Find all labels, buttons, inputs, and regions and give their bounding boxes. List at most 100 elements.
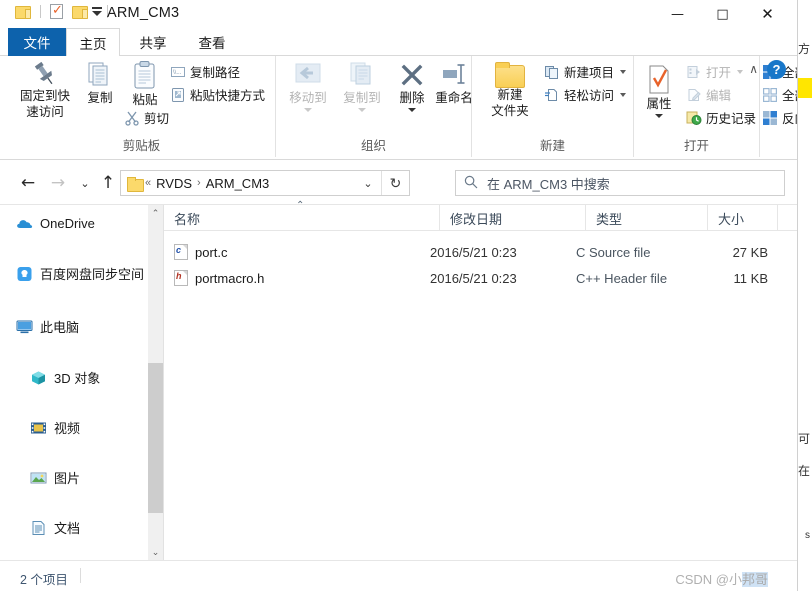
invert-selection-button[interactable]: 反向选择 <box>762 108 797 127</box>
ribbon-group-open: 属性 打开 编辑 历史记录 打开 <box>634 56 760 157</box>
copy-button[interactable]: 复制 <box>78 60 122 106</box>
paste-shortcut-icon <box>170 87 186 103</box>
open-button[interactable]: 打开 <box>686 62 744 81</box>
column-label: 名称 <box>174 211 201 227</box>
paste-shortcut-button[interactable]: 粘贴快捷方式 <box>170 85 265 104</box>
address-input[interactable]: « RVDS › ARM_CM3 ⌄ ↻ <box>120 170 410 196</box>
forward-button[interactable]: → <box>45 171 71 195</box>
tab-file[interactable]: 文件 <box>8 28 66 56</box>
refresh-icon[interactable]: ↻ <box>381 171 409 195</box>
rename-label: 重命名 <box>435 91 473 105</box>
onedrive-icon <box>16 216 33 232</box>
sidebar-item-3d-objects[interactable]: 3D 对象 <box>0 365 148 390</box>
column-header-name[interactable]: ⌃ 名称 <box>164 200 440 231</box>
history-icon <box>686 110 702 126</box>
history-button[interactable]: 历史记录 <box>686 108 756 127</box>
table-row[interactable]: c port.c 2016/5/21 0:23 C Source file 27… <box>164 241 797 263</box>
properties-dropdown-icon[interactable] <box>655 114 663 118</box>
new-item-button[interactable]: 新建项目 <box>544 62 627 81</box>
column-header-size[interactable]: 大小 <box>708 205 778 231</box>
tab-view[interactable]: 查看 <box>185 28 239 56</box>
move-to-button[interactable]: 移动到 <box>282 60 334 112</box>
file-icon-letter: c <box>176 245 182 255</box>
minimize-button[interactable]: — <box>655 0 700 28</box>
file-type-cell: C++ Header file <box>576 270 668 286</box>
up-button[interactable]: ↑ <box>95 171 121 195</box>
pin-label-line1: 固定到快 <box>19 89 70 103</box>
group-label-new: 新建 <box>539 139 565 153</box>
sidebar-item-onedrive[interactable]: OneDrive <box>0 211 148 236</box>
edit-button[interactable]: 编辑 <box>686 85 731 104</box>
history-label: 历史记录 <box>706 112 757 126</box>
copy-to-dropdown-icon[interactable] <box>358 108 366 112</box>
copy-label: 复制 <box>87 91 113 105</box>
tab-home[interactable]: 主页 <box>66 28 120 56</box>
table-row[interactable]: h portmacro.h 2016/5/21 0:23 C++ Header … <box>164 267 797 289</box>
ribbon-group-organize: 移动到 复制到 删除 重命名 组织 <box>276 56 473 157</box>
sidebar-item-label: 此电脑 <box>40 320 80 335</box>
sidebar-item-videos[interactable]: 视频 <box>0 415 148 440</box>
cut-button[interactable]: 剪切 <box>124 108 169 127</box>
customize-quick-access-icon[interactable] <box>92 7 102 16</box>
search-icon <box>464 175 478 192</box>
tab-share[interactable]: 共享 <box>125 28 181 56</box>
move-to-label: 移动到 <box>289 91 327 105</box>
quick-access-toolbar <box>10 2 113 19</box>
breadcrumb-item-arm-cm3[interactable]: ARM_CM3 <box>206 176 270 191</box>
ribbon-group-clipboard: 固定到快 速访问 复制 粘贴 \\... 复制路径 粘贴快捷方式 剪切 剪贴板 <box>8 56 276 157</box>
properties-button[interactable]: 属性 <box>636 64 682 118</box>
select-none-button[interactable]: 全部取消 <box>762 85 797 104</box>
help-button[interactable]: ? <box>767 60 786 79</box>
delete-dropdown-icon[interactable] <box>408 108 416 112</box>
sidebar-item-this-pc[interactable]: 此电脑 <box>0 314 148 339</box>
easy-access-button[interactable]: 轻松访问 <box>544 85 627 104</box>
rename-button[interactable]: 重命名 <box>432 60 476 106</box>
ribbon-group-new: 新建 文件夹 新建项目 轻松访问 新建 <box>472 56 634 157</box>
properties-icon <box>645 64 673 96</box>
folder-icon[interactable] <box>15 5 31 19</box>
search-input[interactable]: 在 ARM_CM3 中搜索 <box>455 170 785 196</box>
sidebar-item-pictures[interactable]: 图片 <box>0 465 148 490</box>
delete-button[interactable]: 删除 <box>392 60 432 112</box>
scroll-up-icon[interactable]: ⌃ <box>148 205 163 221</box>
navigation-pane[interactable]: OneDrive 百度网盘同步空间 此电脑 3D 对象 视频 图片 文档 <box>0 205 148 560</box>
scroll-down-icon[interactable]: ⌄ <box>148 544 163 560</box>
sidebar-item-baidu-netdisk[interactable]: 百度网盘同步空间 <box>0 261 148 286</box>
properties-icon[interactable] <box>50 2 63 19</box>
move-to-dropdown-icon[interactable] <box>304 108 312 112</box>
breadcrumb-prefix: « <box>145 177 152 189</box>
pictures-icon <box>30 470 47 486</box>
open-dropdown-icon[interactable] <box>737 69 744 74</box>
chevron-down-icon[interactable]: ⌄ <box>357 171 379 195</box>
navigation-scrollbar[interactable]: ⌃ ⌄ <box>148 205 163 560</box>
new-item-dropdown-icon[interactable] <box>620 69 627 74</box>
back-button[interactable]: ← <box>15 171 41 195</box>
column-label: 修改日期 <box>450 211 503 227</box>
maximize-button[interactable]: □ <box>700 0 745 28</box>
collapse-ribbon-button[interactable]: ∧ <box>749 62 758 76</box>
column-header-type[interactable]: 类型 <box>586 205 708 231</box>
new-item-label: 新建项目 <box>564 66 615 80</box>
file-size-cell: 27 KB <box>732 244 768 260</box>
paste-icon <box>130 60 160 92</box>
move-to-icon <box>292 60 324 90</box>
folder-icon[interactable] <box>72 5 88 19</box>
c-source-file-icon: c <box>174 244 188 260</box>
new-folder-button[interactable]: 新建 文件夹 <box>482 62 538 119</box>
paste-button[interactable]: 粘贴 <box>124 60 166 108</box>
sidebar-item-documents[interactable]: 文档 <box>0 515 148 540</box>
select-none-label: 全部取消 <box>782 89 797 103</box>
ribbon-tab-bar: 文件 主页 共享 查看 <box>0 28 797 56</box>
sidebar-item-label: OneDrive <box>40 216 95 231</box>
copy-to-button[interactable]: 复制到 <box>336 60 388 112</box>
column-header-date-modified[interactable]: 修改日期 <box>440 205 586 231</box>
cpp-header-file-icon: h <box>174 270 188 286</box>
easy-access-dropdown-icon[interactable] <box>620 92 627 97</box>
pin-to-quick-access-button[interactable]: 固定到快 速访问 <box>14 60 76 120</box>
file-date-cell: 2016/5/21 0:23 <box>430 244 517 260</box>
background-text-0: 方 <box>797 42 810 56</box>
copy-path-button[interactable]: \\... 复制路径 <box>170 62 240 81</box>
close-button[interactable]: ✕ <box>745 0 790 28</box>
scrollbar-thumb[interactable] <box>148 363 163 513</box>
breadcrumb-item-rvds[interactable]: RVDS <box>156 176 192 191</box>
